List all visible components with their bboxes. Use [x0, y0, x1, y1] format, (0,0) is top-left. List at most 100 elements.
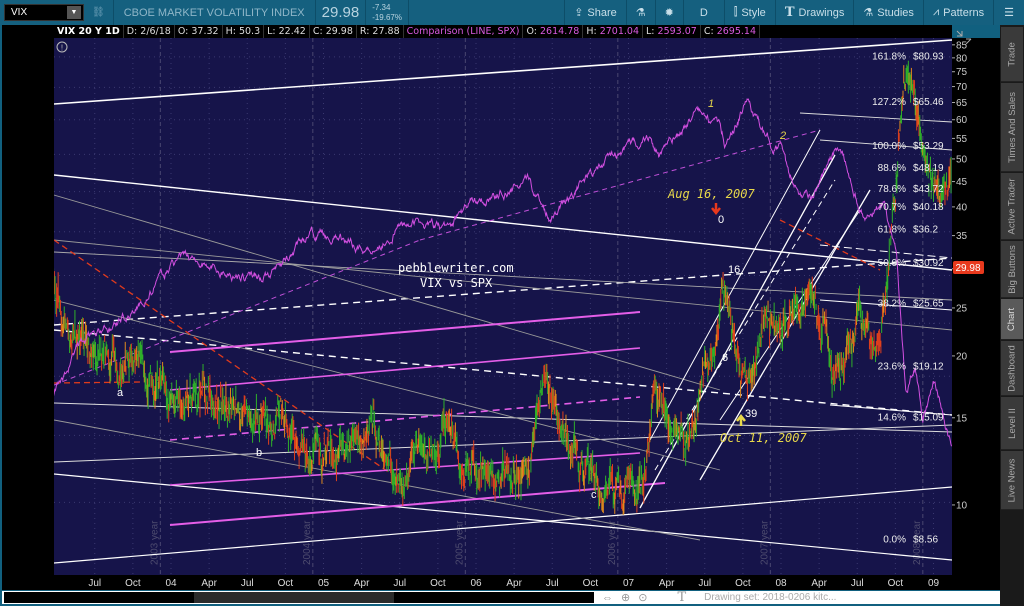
sidebar-tab-label: Chart [1006, 307, 1018, 331]
left-axis-column [0, 25, 54, 590]
flask-button[interactable]: ⚗ [625, 0, 655, 25]
candles-icon: ⫿ [733, 6, 738, 18]
cmp-high-value: 2701.04 [599, 26, 639, 37]
x-axis-tick: Jul [546, 578, 559, 589]
fib-price: $8.56 [913, 534, 938, 545]
x-axis-tick: Oct [583, 578, 599, 589]
right-axis-tick: 20 [956, 351, 968, 362]
divider [407, 0, 409, 25]
fib-percent: 100.0% [872, 141, 906, 152]
share-button[interactable]: ⇪ Share [564, 0, 626, 25]
fib-percent: 0.0% [883, 534, 906, 545]
cmp-close: C: 2695.14 [701, 25, 760, 38]
studies-label: Studies [877, 6, 914, 19]
last-price: 29.98 [321, 4, 360, 21]
period-button[interactable]: D [682, 0, 724, 25]
x-axis-labels: Jul Oct 04 Apr Jul Oct 05 Apr Jul Oct 06 Apr Jul Oct 0… [88, 578, 939, 589]
x-axis-tick: Oct [125, 578, 141, 589]
style-label: Style [741, 6, 766, 19]
right-axis-tick: 70 [956, 82, 968, 93]
right-axis-tick: 75 [956, 67, 968, 78]
sidebar-tab-level-ii[interactable]: Level II [1001, 397, 1023, 450]
chart-title: VIX vs SPX [420, 276, 493, 290]
fib-percent: 61.8% [878, 224, 906, 235]
wave-label-1: 1 [708, 98, 714, 110]
right-axis-tick: 25 [956, 303, 968, 314]
cmp-high: H: 2701.04 [583, 25, 643, 38]
x-axis-tick: 08 [775, 578, 787, 589]
x-axis-tick: Jul [698, 578, 711, 589]
chart-canvas[interactable]: 2003 year 2004 year 2005 year 2006 year 2007… [0, 0, 1000, 606]
right-axis-tick: 40 [956, 202, 968, 213]
list-menu-icon: ☰ [1004, 7, 1014, 19]
fib-price: $48.19 [913, 163, 944, 174]
link-icon[interactable]: ⛓ [92, 7, 105, 18]
x-axis-tick: Apr [506, 578, 522, 589]
scrollbar-thumb[interactable] [194, 592, 394, 603]
right-axis-tick: 15 [956, 413, 968, 424]
status-bar: ⇔ ⊕ ⊙ T Drawing set: 2018-0206 kitc... [2, 590, 1000, 605]
info-close: C: 29.98 [310, 25, 357, 38]
settings-button[interactable]: ✹ [654, 0, 683, 25]
crosshair-icon[interactable]: ⊕ [621, 591, 630, 604]
study-label: VIX 20 Y 1D [54, 25, 124, 38]
x-axis-tick: Oct [430, 578, 446, 589]
x-axis-tick: Apr [659, 578, 675, 589]
cmp-low-key: L: [646, 26, 655, 37]
fib-price: $19.12 [913, 362, 944, 373]
right-axis-tick: 45 [956, 177, 968, 188]
symbol-value: VIX [11, 7, 28, 18]
wave-label-39: 39 [745, 408, 757, 420]
sidebar-tab-dashboard[interactable]: Dashboard [1001, 341, 1023, 396]
sidebar-tab-big-buttons[interactable]: Big Buttons [1001, 241, 1023, 298]
patterns-button[interactable]: ⩘ Patterns [922, 0, 993, 25]
style-button[interactable]: ⫿ Style [723, 0, 775, 25]
annotation-aug-16: Aug 16, 2007 [667, 187, 755, 201]
text-t-icon[interactable]: T [677, 590, 686, 605]
right-axis-tick: 60 [956, 115, 968, 126]
fib-price: $36.2 [913, 224, 938, 235]
info-date: D: 2/6/18 [124, 25, 175, 38]
year-marker-label: 2005 year [454, 520, 465, 565]
x-axis-tick: 09 [928, 578, 940, 589]
sidebar-tab-live-news[interactable]: Live News [1001, 451, 1023, 510]
zoom-icon[interactable]: ⊙ [638, 591, 647, 604]
share-icon: ⇪ [574, 7, 584, 19]
x-axis-tick: Apr [354, 578, 370, 589]
fib-price: $40.18 [913, 202, 944, 213]
sidebar-tab-trade[interactable]: Trade [1001, 27, 1023, 82]
horizontal-scrollbar[interactable] [4, 592, 594, 603]
chevron-down-icon[interactable]: ▼ [67, 6, 81, 19]
drawing-set-label[interactable]: Drawing set: 2018-0206 kitc... [704, 592, 836, 603]
studies-button[interactable]: ⚗ Studies [853, 0, 923, 25]
info-range: R: 27.88 [357, 25, 404, 38]
sidebar-tab-label: Big Buttons [1006, 244, 1018, 294]
sidebar-tab-label: Live News [1006, 458, 1018, 502]
sidebar-tab-label: Active Trader [1006, 178, 1018, 234]
fib-percent: 78.6% [878, 184, 906, 195]
drawings-label: Drawings [798, 6, 845, 19]
sidebar-tab-active-trader[interactable]: Active Trader [1001, 173, 1023, 240]
right-axis-tick: 85 [956, 40, 968, 51]
toolbar: VIX ▼ ⛓ CBOE MARKET VOLATILITY INDEX 29.9… [0, 0, 1024, 25]
fib-percent: 23.6% [878, 362, 906, 373]
drawings-button[interactable]: T Drawings [774, 0, 854, 25]
sidebar-tab-times-and-sales[interactable]: Times And Sales [1001, 83, 1023, 172]
right-axis-tick: 55 [956, 134, 968, 145]
info-bar: VIX 20 Y 1D D: 2/6/18 O: 37.32 H: 50.3 L… [54, 25, 952, 38]
x-axis-tick: Jul [851, 578, 864, 589]
sidebar-tab-chart[interactable]: Chart [1001, 299, 1023, 340]
cmp-low: L: 2593.07 [643, 25, 701, 38]
fib-price: $65.46 [913, 97, 944, 108]
pan-arrows-icon[interactable]: ⇔ [602, 592, 613, 604]
wave-label-16: 16 [728, 264, 740, 276]
symbol-input[interactable]: VIX ▼ [4, 4, 84, 21]
sidebar-tab-label: Trade [1006, 41, 1018, 67]
cmp-high-key: H: [586, 26, 597, 37]
info-open: O: 37.32 [175, 25, 223, 38]
text-t-icon: T [784, 5, 795, 20]
menu-button[interactable]: ☰ [993, 0, 1024, 25]
fib-percent: 50.0% [878, 258, 906, 269]
cmp-open: O: 2614.78 [523, 25, 584, 38]
x-axis-tick: 06 [470, 578, 482, 589]
